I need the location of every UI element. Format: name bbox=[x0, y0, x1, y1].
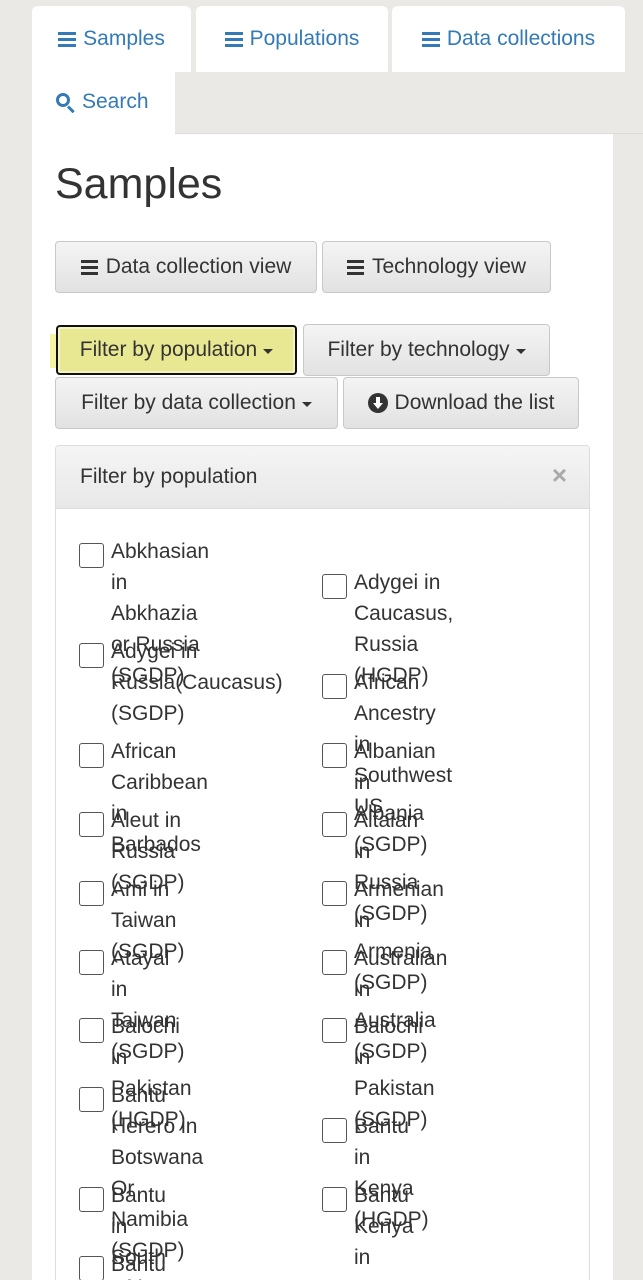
technology-view-button[interactable]: Technology view bbox=[322, 241, 551, 293]
checkbox[interactable] bbox=[322, 1187, 347, 1212]
caret-down-icon bbox=[263, 348, 274, 354]
checkbox[interactable] bbox=[322, 1118, 347, 1143]
download-list-button[interactable]: Download the list bbox=[343, 377, 579, 429]
filter-by-technology-label: Filter by technology bbox=[327, 338, 510, 361]
checkbox[interactable] bbox=[79, 812, 104, 837]
download-list-label: Download the list bbox=[394, 391, 555, 414]
tab-samples[interactable]: Samples bbox=[32, 6, 191, 72]
checkbox[interactable] bbox=[322, 950, 347, 975]
tab-populations-label: Populations bbox=[249, 27, 360, 50]
list-icon bbox=[58, 31, 77, 47]
tab-data-collections-label: Data collections bbox=[446, 27, 596, 50]
checkbox[interactable] bbox=[79, 950, 104, 975]
filter-by-population-label: Filter by population bbox=[79, 338, 258, 361]
checkbox[interactable] bbox=[322, 881, 347, 906]
caret-down-icon bbox=[301, 401, 312, 407]
close-icon[interactable]: × bbox=[552, 462, 567, 488]
checkbox[interactable] bbox=[79, 743, 104, 768]
data-collection-view-button[interactable]: Data collection view bbox=[55, 241, 317, 293]
filter-by-data-collection-button[interactable]: Filter by data collection bbox=[55, 377, 338, 429]
checkbox[interactable] bbox=[79, 1187, 104, 1212]
caret-down-icon bbox=[515, 348, 526, 354]
checkbox[interactable] bbox=[79, 881, 104, 906]
checkbox[interactable] bbox=[322, 674, 347, 699]
tab-search-label: Search bbox=[82, 90, 149, 113]
list-icon bbox=[224, 31, 243, 47]
download-icon bbox=[367, 393, 388, 413]
tab-samples-label: Samples bbox=[83, 27, 165, 50]
checkbox[interactable] bbox=[79, 1018, 104, 1043]
checkbox[interactable] bbox=[322, 1018, 347, 1043]
tab-search[interactable]: Search bbox=[32, 70, 175, 134]
checkbox[interactable] bbox=[322, 812, 347, 837]
filter-panel-title: Filter by population bbox=[80, 465, 258, 488]
checkbox[interactable] bbox=[79, 1256, 104, 1280]
checkbox[interactable] bbox=[322, 574, 347, 599]
tab-populations[interactable]: Populations bbox=[196, 6, 388, 72]
checkbox[interactable] bbox=[79, 1087, 104, 1112]
filter-by-data-collection-label: Filter by data collection bbox=[81, 391, 296, 414]
filter-panel-header: Filter by population × bbox=[56, 446, 589, 509]
population-option-label: Bantu Kenya in Kenya (SGDP) bbox=[354, 1184, 414, 1280]
search-icon bbox=[55, 92, 75, 114]
technology-view-label: Technology view bbox=[371, 255, 527, 278]
checkbox[interactable] bbox=[322, 743, 347, 768]
checkbox[interactable] bbox=[79, 543, 104, 568]
tab-data-collections[interactable]: Data collections bbox=[392, 6, 625, 72]
list-icon bbox=[421, 31, 440, 47]
population-option-label: Bantu Tswana in bbox=[111, 1253, 166, 1276]
filter-by-population-button[interactable]: Filter by population bbox=[56, 325, 297, 375]
checkbox[interactable] bbox=[79, 643, 104, 668]
population-option-label: Adygei in Russia(Caucasus) (SGDP) bbox=[111, 640, 283, 725]
list-icon bbox=[80, 259, 98, 275]
list-icon bbox=[346, 259, 364, 275]
filter-by-technology-button[interactable]: Filter by technology bbox=[303, 324, 550, 376]
page-title: Samples bbox=[55, 160, 223, 208]
data-collection-view-label: Data collection view bbox=[105, 255, 292, 278]
